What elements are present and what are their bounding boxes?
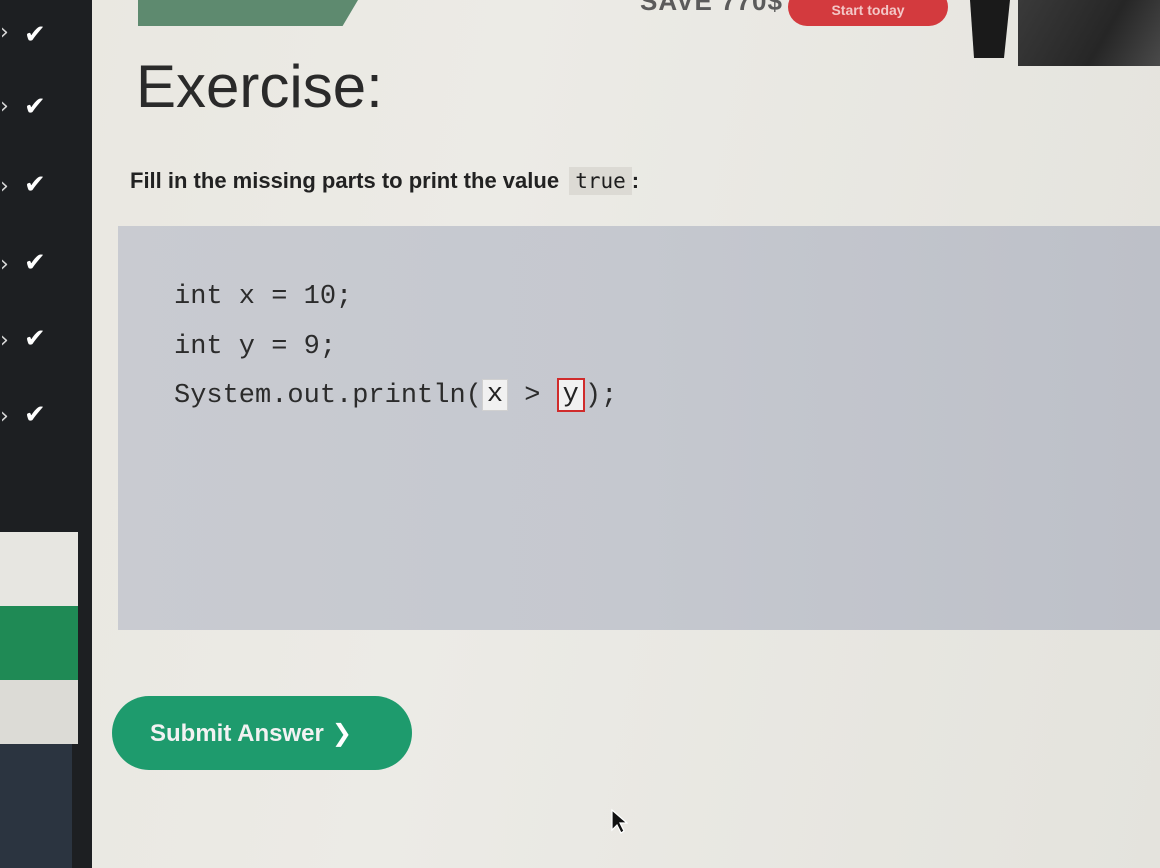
check-icon: ✔ bbox=[24, 248, 46, 278]
code-text: System.out.println( bbox=[174, 381, 482, 412]
code-text: ); bbox=[584, 381, 618, 412]
instruction-code: true bbox=[569, 167, 632, 195]
start-today-button[interactable]: Start today bbox=[788, 0, 948, 26]
instruction-text: Fill in the missing parts to print the v… bbox=[130, 168, 560, 193]
chevron-right-icon: ❯ bbox=[331, 719, 352, 747]
sidebar-item-active[interactable] bbox=[0, 606, 78, 680]
check-icon: ✔ bbox=[24, 170, 46, 200]
banner-dark-shape bbox=[970, 0, 1010, 58]
instruction-suffix: : bbox=[631, 168, 640, 193]
sidebar: › ✔ › ✔ › ✔ › ✔ › ✔ › ✔ bbox=[0, 0, 92, 868]
chevron-right-icon: › bbox=[0, 174, 9, 199]
submit-answer-button[interactable]: Submit Answer ❯ bbox=[112, 696, 412, 770]
page-title: Exercise: bbox=[136, 53, 383, 120]
code-line-1: int x = 10; bbox=[174, 282, 353, 312]
code-line-2: int y = 9; bbox=[174, 332, 337, 362]
sidebar-footer bbox=[0, 744, 72, 868]
submit-label: Submit Answer bbox=[150, 720, 324, 747]
exercise-instruction: Fill in the missing parts to print the v… bbox=[130, 167, 640, 195]
check-icon: ✔ bbox=[24, 400, 46, 430]
answer-input-2[interactable]: y bbox=[556, 378, 585, 412]
check-icon: ✔ bbox=[24, 324, 46, 354]
page: › ✔ › ✔ › ✔ › ✔ › ✔ › ✔ SAVE 770$ Start … bbox=[0, 0, 1160, 868]
banner-photo bbox=[1018, 0, 1160, 66]
mouse-cursor-icon bbox=[611, 808, 628, 834]
sidebar-item[interactable] bbox=[0, 680, 78, 744]
chevron-right-icon: › bbox=[0, 20, 9, 45]
code-editor: int x = 10; int y = 9; System.out.printl… bbox=[118, 226, 1160, 630]
sidebar-item[interactable] bbox=[0, 532, 78, 606]
promo-text: SAVE 770$ bbox=[640, 0, 783, 16]
chevron-right-icon: › bbox=[0, 94, 9, 119]
check-icon: ✔ bbox=[24, 92, 46, 122]
chevron-right-icon: › bbox=[0, 404, 9, 429]
answer-input-1[interactable]: x bbox=[481, 379, 509, 411]
code-line-3: System.out.println(x > y); bbox=[174, 378, 617, 412]
banner-green-bar bbox=[138, 0, 358, 26]
chevron-right-icon: › bbox=[0, 328, 9, 353]
chevron-right-icon: › bbox=[0, 252, 9, 277]
check-icon: ✔ bbox=[24, 20, 46, 50]
code-operator: > bbox=[508, 381, 557, 412]
